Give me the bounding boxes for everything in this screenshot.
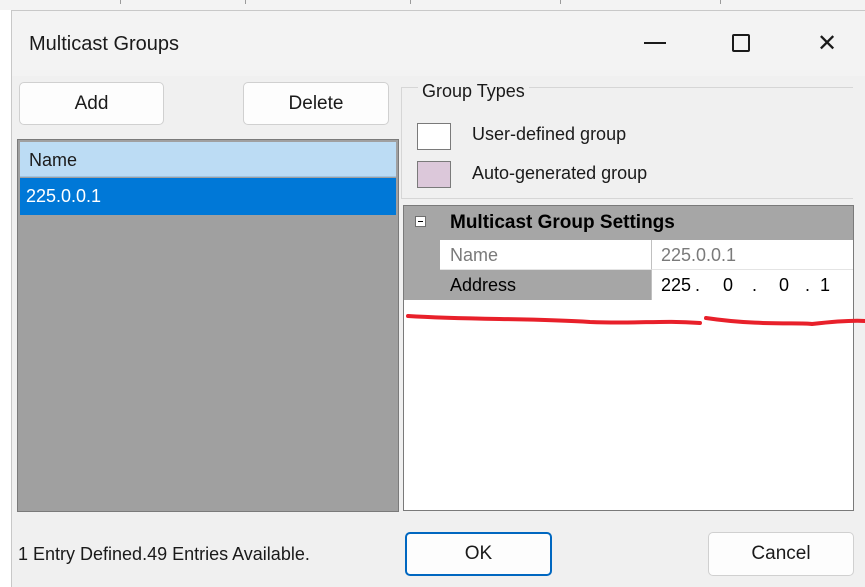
ip-dot: . [752, 275, 758, 295]
property-value-cell: 225.0.0.1 [652, 240, 853, 270]
property-label: Address [450, 275, 517, 295]
ip-dot: . [805, 275, 811, 295]
list-item[interactable]: 225.0.0.1 [20, 178, 396, 215]
settings-property-grid: Multicast Group Settings Name 225.0.0.1 … [403, 205, 854, 511]
window-title: Multicast Groups [29, 33, 180, 55]
maximize-icon [732, 34, 750, 52]
delete-button[interactable]: Delete [243, 82, 389, 125]
ip-octet-4[interactable]: 1 [820, 275, 830, 296]
property-label-cell: Name [440, 240, 652, 270]
settings-section-header[interactable]: Multicast Group Settings [404, 206, 853, 240]
cancel-button[interactable]: Cancel [708, 532, 854, 576]
status-text: 1 Entry Defined.49 Entries Available. [18, 544, 310, 564]
address-ip-input[interactable]: 225 . 0 . 0 . 1 [652, 270, 853, 300]
list-header-label: Name [29, 150, 78, 170]
group-list[interactable]: Name 225.0.0.1 [17, 139, 399, 512]
user-defined-label: User-defined group [472, 124, 627, 144]
list-item-label: 225.0.0.1 [26, 186, 102, 206]
name-value: 225.0.0.1 [661, 245, 737, 265]
ok-button[interactable]: OK [405, 532, 552, 576]
ip-dot: . [695, 275, 701, 295]
background-window-strip [0, 0, 865, 10]
ip-octet-3[interactable]: 0 [779, 275, 789, 296]
auto-generated-swatch [417, 161, 451, 188]
group-types-title: Group Types [418, 81, 529, 102]
ip-address-field[interactable]: 225 . 0 . 0 . 1 [652, 270, 853, 300]
close-button[interactable]: ✕ [797, 19, 857, 67]
list-column-header-name[interactable]: Name [20, 142, 396, 177]
close-icon: ✕ [816, 29, 838, 57]
property-label-cell: Address [440, 270, 652, 300]
maximize-button[interactable] [711, 19, 771, 67]
add-button[interactable]: Add [19, 82, 164, 125]
property-row-name[interactable]: Name 225.0.0.1 [404, 240, 853, 270]
property-label: Name [450, 245, 499, 265]
settings-section-title: Multicast Group Settings [450, 212, 675, 233]
auto-generated-label: Auto-generated group [472, 163, 648, 183]
property-row-address[interactable]: Address 225 . 0 . 0 . 1 [404, 270, 853, 300]
minimize-button[interactable] [625, 19, 685, 67]
title-bar[interactable]: Multicast Groups ✕ [12, 11, 865, 76]
row-gutter [404, 270, 440, 300]
row-gutter [404, 240, 440, 270]
ip-octet-1[interactable]: 225 [661, 275, 691, 296]
ip-octet-2[interactable]: 0 [723, 275, 733, 296]
minimize-icon [644, 42, 666, 44]
collapse-icon[interactable] [415, 216, 426, 227]
user-defined-swatch [417, 123, 451, 150]
